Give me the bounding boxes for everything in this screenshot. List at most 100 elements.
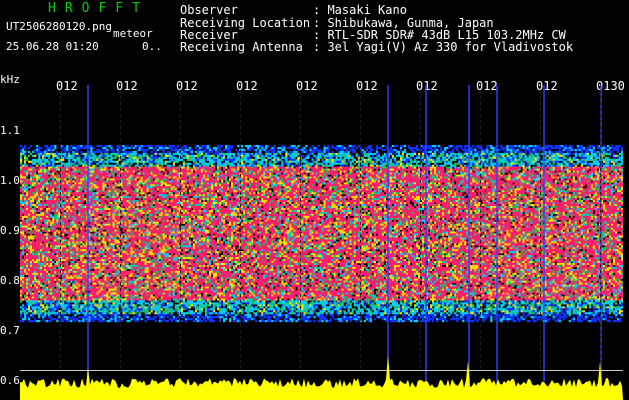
noise-cell (44, 263, 46, 265)
noise-cell (22, 306, 24, 308)
noise-cell (98, 167, 100, 169)
noise-cell (40, 247, 42, 249)
noise-cell (26, 192, 28, 194)
noise-cell (22, 151, 24, 153)
noise-cell (78, 281, 80, 283)
noise-cell (76, 249, 78, 251)
noise-cell (20, 230, 22, 232)
noise-cell (68, 182, 70, 184)
noise-cell (48, 237, 50, 239)
noise-cell (110, 178, 112, 180)
noise-cell (32, 243, 34, 245)
noise-cell (84, 314, 86, 316)
noise-cell (117, 265, 119, 267)
noise-cell (36, 298, 38, 300)
noise-cell (145, 302, 147, 304)
noise-cell (46, 194, 48, 196)
noise-cell (24, 228, 26, 230)
noise-cell (64, 175, 66, 177)
noise-cell (92, 153, 94, 155)
noise-cell (102, 149, 104, 151)
noise-cell (133, 218, 135, 220)
noise-cell (50, 308, 52, 310)
noise-cell (84, 169, 86, 171)
noise-cell (76, 289, 78, 291)
noise-cell (32, 184, 34, 186)
noise-cell (115, 249, 117, 251)
noise-cell (64, 287, 66, 289)
noise-cell (145, 255, 147, 257)
noise-cell (26, 281, 28, 283)
noise-cell (72, 259, 74, 261)
noise-cell (24, 222, 26, 224)
noise-cell (58, 243, 60, 245)
noise-cell (104, 243, 106, 245)
noise-cell (22, 186, 24, 188)
noise-cell (125, 212, 127, 214)
noise-cell (54, 263, 56, 265)
noise-cell (66, 232, 68, 234)
noise-cell (115, 220, 117, 222)
noise-cell (131, 173, 133, 175)
noise-cell (129, 267, 131, 269)
noise-cell (92, 237, 94, 239)
noise-cell (119, 165, 121, 167)
noise-cell (131, 155, 133, 157)
noise-cell (92, 159, 94, 161)
noise-cell (20, 167, 22, 169)
noise-cell (46, 265, 48, 267)
noise-cell (54, 208, 56, 210)
noise-cell (113, 222, 115, 224)
noise-cell (137, 220, 139, 222)
noise-cell (92, 210, 94, 212)
noise-cell (66, 149, 68, 151)
noise-cell (20, 178, 22, 180)
noise-cell (117, 173, 119, 175)
noise-cell (125, 273, 127, 275)
noise-cell (131, 241, 133, 243)
noise-cell (113, 241, 115, 243)
noise-cell (143, 308, 145, 310)
noise-cell (30, 169, 32, 171)
noise-cell (96, 186, 98, 188)
noise-cell (40, 265, 42, 267)
noise-cell (60, 249, 62, 251)
noise-cell (102, 161, 104, 163)
noise-cell (80, 273, 82, 275)
noise-cell (82, 147, 84, 149)
noise-cell (72, 265, 74, 267)
noise-cell (127, 175, 129, 177)
noise-cell (145, 320, 147, 322)
noise-cell (115, 198, 117, 200)
noise-cell (68, 306, 70, 308)
noise-cell (113, 167, 115, 169)
noise-cell (127, 316, 129, 318)
noise-cell (139, 249, 141, 251)
noise-cell (139, 157, 141, 159)
noise-cell (64, 289, 66, 291)
noise-cell (98, 177, 100, 179)
noise-cell (117, 308, 119, 310)
noise-cell (96, 171, 98, 173)
noise-cell (26, 180, 28, 182)
noise-cell (52, 208, 54, 210)
noise-cell (56, 186, 58, 188)
noise-cell (64, 291, 66, 293)
noise-cell (143, 287, 145, 289)
noise-cell (52, 255, 54, 257)
noise-cell (32, 247, 34, 249)
noise-cell (56, 253, 58, 255)
noise-cell (52, 210, 54, 212)
noise-cell (38, 210, 40, 212)
noise-cell (135, 177, 137, 179)
noise-cell (84, 267, 86, 269)
noise-cell (133, 247, 135, 249)
noise-cell (125, 239, 127, 241)
noise-cell (60, 196, 62, 198)
noise-cell (72, 269, 74, 271)
noise-cell (127, 247, 129, 249)
noise-cell (44, 236, 46, 238)
noise-cell (32, 198, 34, 200)
noise-cell (82, 318, 84, 320)
noise-cell (113, 175, 115, 177)
